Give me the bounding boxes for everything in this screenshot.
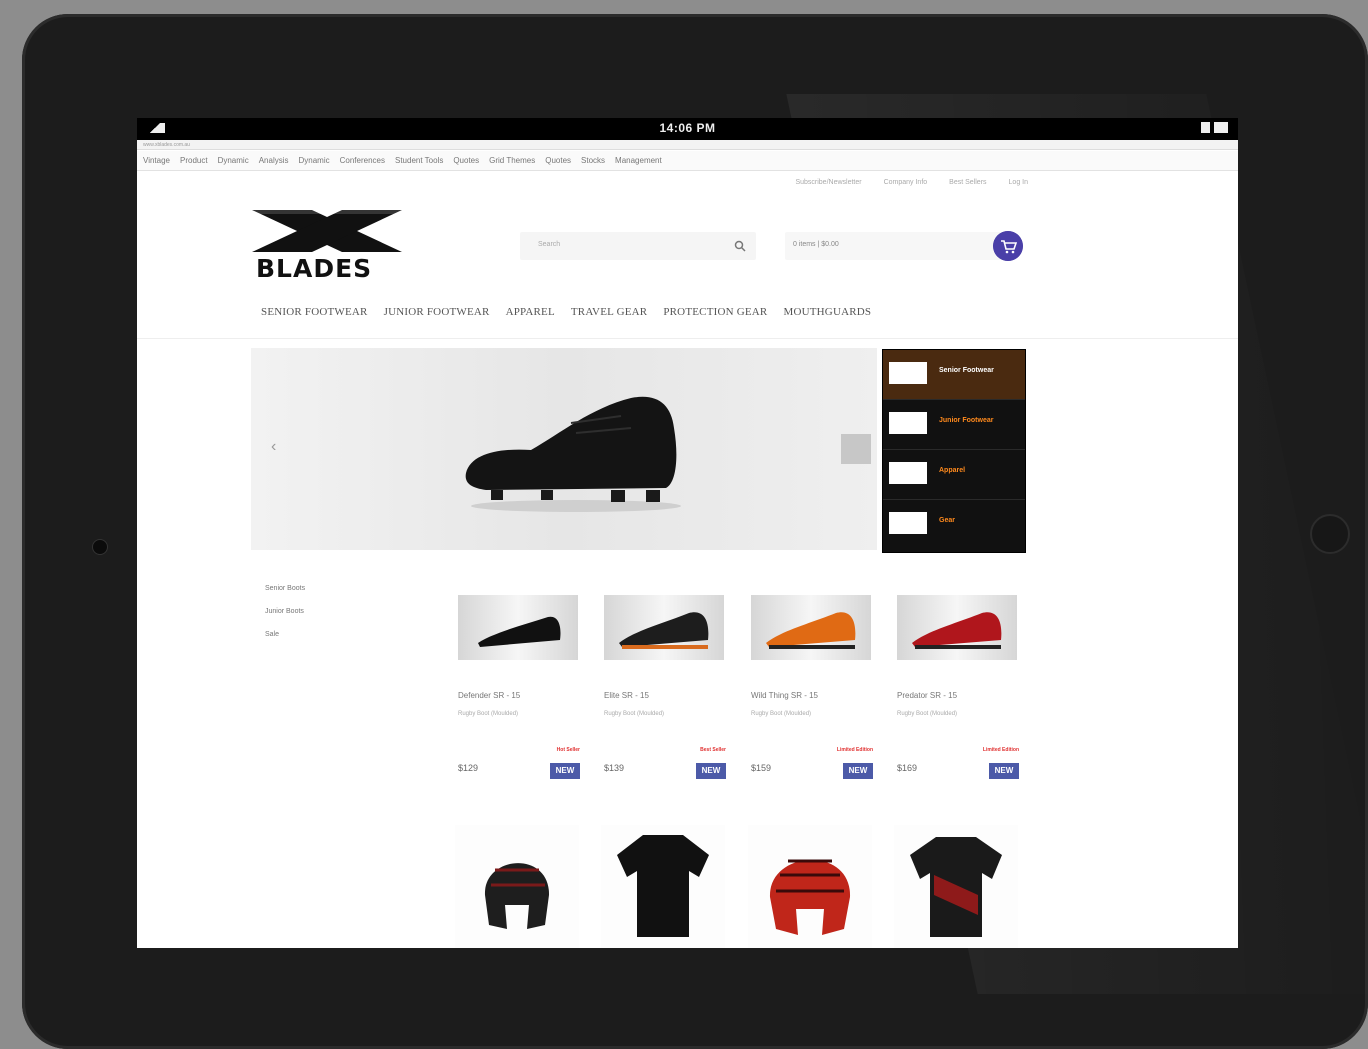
category-item[interactable]: Senior Footwear — [883, 350, 1025, 400]
status-bar: 14:06 PM — [137, 118, 1238, 140]
product-card[interactable]: Predator SR - 15 Rugby Boot (Moulded) Li… — [897, 595, 1021, 795]
nav-travel-gear[interactable]: TRAVEL GEAR — [571, 306, 647, 318]
category-label: Gear — [939, 517, 955, 524]
product-tag: Limited Edition — [836, 747, 873, 753]
search-box[interactable]: Search — [520, 232, 756, 260]
top-link[interactable]: Subscribe/Newsletter — [795, 179, 861, 186]
product-price: $139 — [604, 763, 625, 773]
category-item[interactable]: Apparel — [883, 450, 1025, 500]
category-thumb — [889, 462, 927, 484]
carousel-prev-icon[interactable]: ‹ — [271, 438, 276, 456]
product-card[interactable] — [748, 825, 872, 948]
status-time: 14:06 PM — [659, 121, 716, 135]
product-tag: Best Seller — [700, 747, 726, 753]
bookmark[interactable]: Student Tools — [395, 156, 443, 165]
side-link[interactable]: Junior Boots — [265, 608, 305, 615]
new-badge: NEW — [550, 763, 580, 779]
cart-icon[interactable] — [993, 231, 1023, 261]
top-link[interactable]: Company Info — [884, 179, 928, 186]
camera — [92, 539, 108, 555]
bookmark[interactable]: Product — [180, 156, 208, 165]
bookmarks-bar: Vintage Product Dynamic Analysis Dynamic… — [137, 151, 1238, 171]
home-button[interactable] — [1310, 514, 1350, 554]
category-item[interactable]: Junior Footwear — [883, 400, 1025, 450]
category-label: Apparel — [939, 467, 966, 474]
product-name[interactable]: Predator SR - 15 — [897, 691, 957, 700]
category-menu: Senior Footwear Junior Footwear Apparel … — [882, 349, 1026, 553]
category-thumb — [889, 512, 927, 534]
product-card[interactable] — [894, 825, 1018, 948]
hero-carousel: ‹ — [251, 348, 877, 550]
browser-screen: www.xblades.com.au Vintage Product Dynam… — [137, 140, 1238, 948]
new-badge: NEW — [843, 763, 873, 779]
product-image — [604, 595, 724, 660]
product-tag: Hot Seller — [556, 747, 580, 753]
product-subtitle: Rugby Boot (Moulded) — [604, 711, 665, 717]
product-price: $129 — [458, 763, 479, 773]
product-price: $169 — [897, 763, 918, 773]
product-name[interactable]: Wild Thing SR - 15 — [751, 691, 818, 700]
nav-junior-footwear[interactable]: JUNIOR FOOTWEAR — [384, 306, 490, 318]
product-image — [458, 595, 578, 660]
search-icon[interactable] — [734, 240, 746, 252]
bookmark[interactable]: Dynamic — [218, 156, 249, 165]
nav-protection-gear[interactable]: PROTECTION GEAR — [663, 306, 767, 318]
product-card[interactable] — [601, 825, 725, 948]
product-subtitle: Rugby Boot (Moulded) — [751, 711, 812, 717]
side-link[interactable]: Senior Boots — [265, 585, 305, 592]
product-card[interactable]: Wild Thing SR - 15 Rugby Boot (Moulded) … — [751, 595, 875, 795]
helmet-image — [769, 859, 851, 935]
hero-boot-image — [465, 396, 681, 512]
top-links: Subscribe/Newsletter Company Info Best S… — [795, 179, 1028, 186]
nav-divider — [137, 338, 1238, 339]
helmet-image — [484, 863, 550, 929]
address-bar[interactable]: www.xblades.com.au — [137, 140, 1238, 150]
site-logo[interactable]: BLADES — [252, 210, 402, 283]
bookmark[interactable]: Conferences — [340, 156, 385, 165]
bookmark[interactable]: Dynamic — [299, 156, 330, 165]
jersey-image — [910, 837, 1002, 937]
new-badge: NEW — [989, 763, 1019, 779]
bookmark[interactable]: Stocks — [581, 156, 605, 165]
product-subtitle: Rugby Boot (Moulded) — [897, 711, 958, 717]
logo-wordmark: BLADES — [256, 254, 373, 283]
nav-senior-footwear[interactable]: SENIOR FOOTWEAR — [261, 306, 368, 318]
carousel-next-button[interactable] — [841, 434, 871, 464]
product-image — [751, 595, 871, 660]
bookmark[interactable]: Analysis — [259, 156, 289, 165]
product-price: $159 — [751, 763, 772, 773]
category-item[interactable]: Gear — [883, 500, 1025, 549]
x-logo-icon — [252, 210, 402, 252]
bookmark[interactable]: Grid Themes — [489, 156, 535, 165]
top-link[interactable]: Log In — [1009, 179, 1028, 186]
product-name[interactable]: Elite SR - 15 — [604, 691, 649, 700]
side-link[interactable]: Sale — [265, 631, 305, 638]
bookmark[interactable]: Vintage — [143, 156, 170, 165]
nav-mouthguards[interactable]: MOUTHGUARDS — [783, 306, 871, 318]
shirt-image — [617, 835, 709, 937]
category-thumb — [889, 412, 927, 434]
new-badge: NEW — [696, 763, 726, 779]
product-card[interactable]: Elite SR - 15 Rugby Boot (Moulded) Best … — [604, 595, 728, 795]
top-link[interactable]: Best Sellers — [949, 179, 986, 186]
side-links: Senior Boots Junior Boots Sale — [265, 585, 305, 654]
cart-summary-text: 0 items | $0.00 — [793, 241, 839, 248]
product-card[interactable] — [455, 825, 579, 948]
search-input[interactable]: Search — [538, 241, 560, 248]
product-subtitle: Rugby Boot (Moulded) — [458, 711, 519, 717]
product-tag: Limited Edition — [982, 747, 1019, 753]
nav-apparel[interactable]: APPAREL — [506, 306, 555, 318]
battery-icon — [1201, 122, 1228, 133]
bookmark[interactable]: Quotes — [545, 156, 571, 165]
cart-summary[interactable]: 0 items | $0.00 — [785, 232, 1015, 260]
product-card[interactable]: Defender SR - 15 Rugby Boot (Moulded) Ho… — [458, 595, 582, 795]
bookmark[interactable]: Quotes — [453, 156, 479, 165]
product-name[interactable]: Defender SR - 15 — [458, 691, 520, 700]
bookmark[interactable]: Management — [615, 156, 662, 165]
category-thumb — [889, 362, 927, 384]
category-label: Junior Footwear — [939, 417, 994, 424]
product-image — [897, 595, 1017, 660]
category-label: Senior Footwear — [939, 367, 994, 374]
main-nav: SENIOR FOOTWEAR JUNIOR FOOTWEAR APPAREL … — [261, 306, 871, 318]
